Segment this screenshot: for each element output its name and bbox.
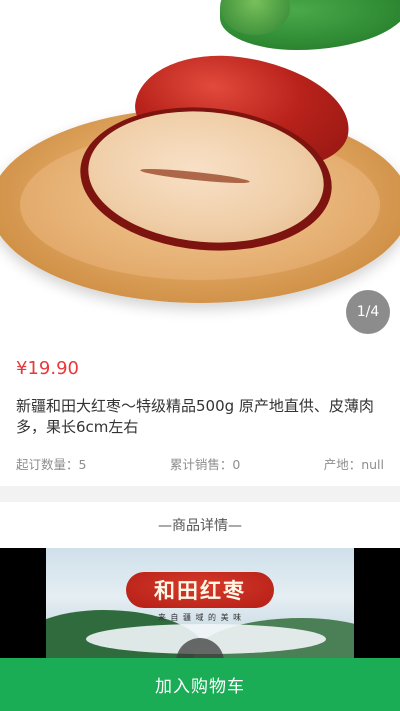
product-info-card: ¥19.90 新疆和田大红枣～特级精品500g 原产地直供、皮薄肉多，果长6cm…: [0, 342, 400, 486]
details-heading: —商品详情—: [0, 502, 400, 548]
image-counter: 1/4: [346, 290, 390, 334]
product-image-gallery[interactable]: 1/4: [0, 0, 400, 342]
product-meta: 起订数量：5 累计销售：0 产地：null: [16, 454, 384, 473]
add-to-cart-button[interactable]: 加入购物车: [0, 658, 400, 711]
origin: 产地：null: [323, 457, 384, 472]
product-title: 新疆和田大红枣～特级精品500g 原产地直供、皮薄肉多，果长6cm左右: [16, 397, 374, 436]
product-price: ¥19.90: [16, 358, 79, 379]
banner-title: 和田红枣: [126, 572, 274, 608]
product-page: 1/4 ¥19.90 新疆和田大红枣～特级精品500g 原产地直供、皮薄肉多，果…: [0, 0, 400, 711]
total-sales: 累计销售：0: [169, 457, 241, 472]
detail-banner: 和田红枣 来 自 疆 域 的 美 味: [0, 548, 400, 658]
banner-subtitle: 来 自 疆 域 的 美 味: [157, 613, 243, 622]
min-order-quantity: 起订数量：5: [16, 457, 87, 472]
